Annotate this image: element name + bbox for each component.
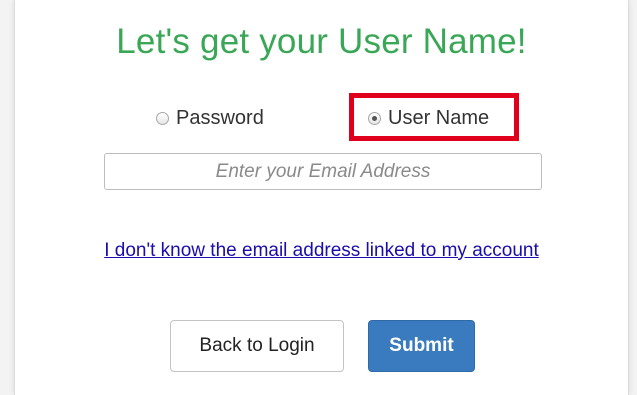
page-title: Let's get your User Name! <box>116 22 527 61</box>
back-to-login-button[interactable]: Back to Login <box>170 320 344 372</box>
email-input[interactable] <box>104 153 542 190</box>
recovery-type-selector: Password User Name <box>15 99 628 137</box>
password-option-label: Password <box>176 107 264 129</box>
submit-button[interactable]: Submit <box>368 320 475 372</box>
recovery-card: Let's get your User Name! Password User … <box>14 0 629 395</box>
username-highlight-box <box>349 93 519 141</box>
password-radio[interactable] <box>156 112 169 125</box>
password-option[interactable]: Password <box>156 107 264 130</box>
unknown-email-link[interactable]: I don't know the email address linked to… <box>15 240 628 262</box>
